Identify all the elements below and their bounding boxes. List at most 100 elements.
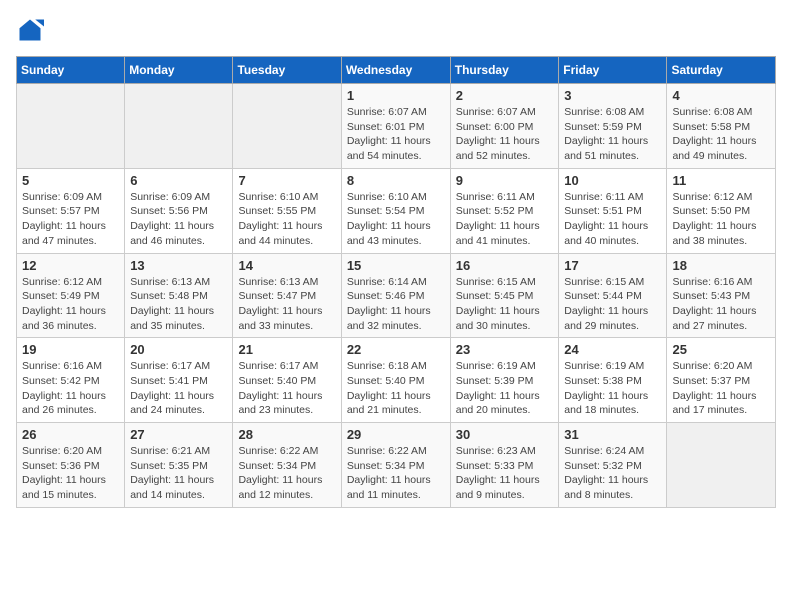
day-number: 24 xyxy=(564,342,661,357)
day-number: 22 xyxy=(347,342,445,357)
day-cell: 19Sunrise: 6:16 AMSunset: 5:42 PMDayligh… xyxy=(17,338,125,423)
calendar-header: SundayMondayTuesdayWednesdayThursdayFrid… xyxy=(17,57,776,84)
day-cell: 20 Sunrise: 6:17 AMSunset: 5:41 PMDayligh… xyxy=(125,338,233,423)
day-cell: 24 Sunrise: 6:19 AMSunset: 5:38 PMDayligh… xyxy=(559,338,667,423)
header-friday: Friday xyxy=(559,57,667,84)
day-info: Sunrise: 6:18 AMSunset: 5:40 PMDaylight:… xyxy=(347,359,445,418)
day-number: 25 xyxy=(672,342,770,357)
day-cell: 8 Sunrise: 6:10 AMSunset: 5:54 PMDaylight… xyxy=(341,168,450,253)
day-info: Sunrise: 6:22 AMSunset: 5:34 PMDaylight:… xyxy=(238,444,335,503)
day-info: Sunrise: 6:07 AMSunset: 6:01 PMDaylight:… xyxy=(347,105,445,164)
day-info: Sunrise: 6:09 AMSunset: 5:56 PMDaylight:… xyxy=(130,190,227,249)
week-row-1: 1 Sunrise: 6:07 AMSunset: 6:01 PMDaylight… xyxy=(17,84,776,169)
day-number: 11 xyxy=(672,173,770,188)
day-cell xyxy=(125,84,233,169)
day-cell: 27 Sunrise: 6:21 AMSunset: 5:35 PMDayligh… xyxy=(125,423,233,508)
day-info: Sunrise: 6:15 AMSunset: 5:44 PMDaylight:… xyxy=(564,275,661,334)
day-number: 29 xyxy=(347,427,445,442)
week-row-3: 12Sunrise: 6:12 AMSunset: 5:49 PMDayligh… xyxy=(17,253,776,338)
calendar-table: SundayMondayTuesdayWednesdayThursdayFrid… xyxy=(16,56,776,508)
day-cell: 26Sunrise: 6:20 AMSunset: 5:36 PMDayligh… xyxy=(17,423,125,508)
day-cell xyxy=(17,84,125,169)
day-cell: 2Sunrise: 6:07 AMSunset: 6:00 PMDaylight… xyxy=(450,84,559,169)
day-info: Sunrise: 6:15 AMSunset: 5:45 PMDaylight:… xyxy=(456,275,554,334)
day-number: 23 xyxy=(456,342,554,357)
day-info: Sunrise: 6:13 AMSunset: 5:47 PMDaylight:… xyxy=(238,275,335,334)
day-number: 9 xyxy=(456,173,554,188)
day-number: 16 xyxy=(456,258,554,273)
day-cell: 22 Sunrise: 6:18 AMSunset: 5:40 PMDayligh… xyxy=(341,338,450,423)
day-cell: 7 Sunrise: 6:10 AMSunset: 5:55 PMDaylight… xyxy=(233,168,341,253)
day-number: 30 xyxy=(456,427,554,442)
day-cell: 12Sunrise: 6:12 AMSunset: 5:49 PMDayligh… xyxy=(17,253,125,338)
day-cell: 23Sunrise: 6:19 AMSunset: 5:39 PMDayligh… xyxy=(450,338,559,423)
day-cell: 3 Sunrise: 6:08 AMSunset: 5:59 PMDaylight… xyxy=(559,84,667,169)
day-info: Sunrise: 6:24 AMSunset: 5:32 PMDaylight:… xyxy=(564,444,661,503)
day-number: 20 xyxy=(130,342,227,357)
header-sunday: Sunday xyxy=(17,57,125,84)
day-info: Sunrise: 6:22 AMSunset: 5:34 PMDaylight:… xyxy=(347,444,445,503)
day-info: Sunrise: 6:13 AMSunset: 5:48 PMDaylight:… xyxy=(130,275,227,334)
day-info: Sunrise: 6:12 AMSunset: 5:50 PMDaylight:… xyxy=(672,190,770,249)
day-number: 21 xyxy=(238,342,335,357)
page-header xyxy=(16,16,776,44)
header-saturday: Saturday xyxy=(667,57,776,84)
day-number: 19 xyxy=(22,342,119,357)
header-monday: Monday xyxy=(125,57,233,84)
day-number: 14 xyxy=(238,258,335,273)
day-cell: 30 Sunrise: 6:23 AMSunset: 5:33 PMDayligh… xyxy=(450,423,559,508)
day-info: Sunrise: 6:09 AMSunset: 5:57 PMDaylight:… xyxy=(22,190,119,249)
day-info: Sunrise: 6:16 AMSunset: 5:43 PMDaylight:… xyxy=(672,275,770,334)
day-cell: 25 Sunrise: 6:20 AMSunset: 5:37 PMDayligh… xyxy=(667,338,776,423)
day-number: 27 xyxy=(130,427,227,442)
day-number: 10 xyxy=(564,173,661,188)
day-number: 3 xyxy=(564,88,661,103)
calendar-body: 1 Sunrise: 6:07 AMSunset: 6:01 PMDaylight… xyxy=(17,84,776,508)
day-info: Sunrise: 6:20 AMSunset: 5:37 PMDaylight:… xyxy=(672,359,770,418)
day-cell: 10 Sunrise: 6:11 AMSunset: 5:51 PMDayligh… xyxy=(559,168,667,253)
day-number: 4 xyxy=(672,88,770,103)
logo-icon xyxy=(16,16,44,44)
day-number: 8 xyxy=(347,173,445,188)
day-cell: 13Sunrise: 6:13 AMSunset: 5:48 PMDayligh… xyxy=(125,253,233,338)
day-info: Sunrise: 6:19 AMSunset: 5:38 PMDaylight:… xyxy=(564,359,661,418)
week-row-5: 26Sunrise: 6:20 AMSunset: 5:36 PMDayligh… xyxy=(17,423,776,508)
day-info: Sunrise: 6:10 AMSunset: 5:54 PMDaylight:… xyxy=(347,190,445,249)
day-info: Sunrise: 6:14 AMSunset: 5:46 PMDaylight:… xyxy=(347,275,445,334)
day-number: 31 xyxy=(564,427,661,442)
day-info: Sunrise: 6:23 AMSunset: 5:33 PMDaylight:… xyxy=(456,444,554,503)
day-cell: 18 Sunrise: 6:16 AMSunset: 5:43 PMDayligh… xyxy=(667,253,776,338)
header-wednesday: Wednesday xyxy=(341,57,450,84)
day-number: 5 xyxy=(22,173,119,188)
day-cell: 21 Sunrise: 6:17 AMSunset: 5:40 PMDayligh… xyxy=(233,338,341,423)
day-number: 26 xyxy=(22,427,119,442)
day-number: 15 xyxy=(347,258,445,273)
day-info: Sunrise: 6:08 AMSunset: 5:59 PMDaylight:… xyxy=(564,105,661,164)
day-cell: 15 Sunrise: 6:14 AMSunset: 5:46 PMDayligh… xyxy=(341,253,450,338)
day-info: Sunrise: 6:17 AMSunset: 5:40 PMDaylight:… xyxy=(238,359,335,418)
day-number: 18 xyxy=(672,258,770,273)
day-cell: 5 Sunrise: 6:09 AMSunset: 5:57 PMDaylight… xyxy=(17,168,125,253)
day-cell: 31 Sunrise: 6:24 AMSunset: 5:32 PMDayligh… xyxy=(559,423,667,508)
day-info: Sunrise: 6:10 AMSunset: 5:55 PMDaylight:… xyxy=(238,190,335,249)
day-cell: 14 Sunrise: 6:13 AMSunset: 5:47 PMDayligh… xyxy=(233,253,341,338)
day-number: 1 xyxy=(347,88,445,103)
day-number: 2 xyxy=(456,88,554,103)
day-number: 12 xyxy=(22,258,119,273)
day-number: 28 xyxy=(238,427,335,442)
header-tuesday: Tuesday xyxy=(233,57,341,84)
week-row-2: 5 Sunrise: 6:09 AMSunset: 5:57 PMDaylight… xyxy=(17,168,776,253)
day-number: 17 xyxy=(564,258,661,273)
header-row: SundayMondayTuesdayWednesdayThursdayFrid… xyxy=(17,57,776,84)
day-info: Sunrise: 6:21 AMSunset: 5:35 PMDaylight:… xyxy=(130,444,227,503)
day-info: Sunrise: 6:11 AMSunset: 5:52 PMDaylight:… xyxy=(456,190,554,249)
day-info: Sunrise: 6:11 AMSunset: 5:51 PMDaylight:… xyxy=(564,190,661,249)
day-cell: 1 Sunrise: 6:07 AMSunset: 6:01 PMDaylight… xyxy=(341,84,450,169)
day-cell: 9 Sunrise: 6:11 AMSunset: 5:52 PMDaylight… xyxy=(450,168,559,253)
day-info: Sunrise: 6:17 AMSunset: 5:41 PMDaylight:… xyxy=(130,359,227,418)
day-cell xyxy=(233,84,341,169)
day-cell: 28 Sunrise: 6:22 AMSunset: 5:34 PMDayligh… xyxy=(233,423,341,508)
header-thursday: Thursday xyxy=(450,57,559,84)
day-number: 7 xyxy=(238,173,335,188)
day-cell: 17 Sunrise: 6:15 AMSunset: 5:44 PMDayligh… xyxy=(559,253,667,338)
